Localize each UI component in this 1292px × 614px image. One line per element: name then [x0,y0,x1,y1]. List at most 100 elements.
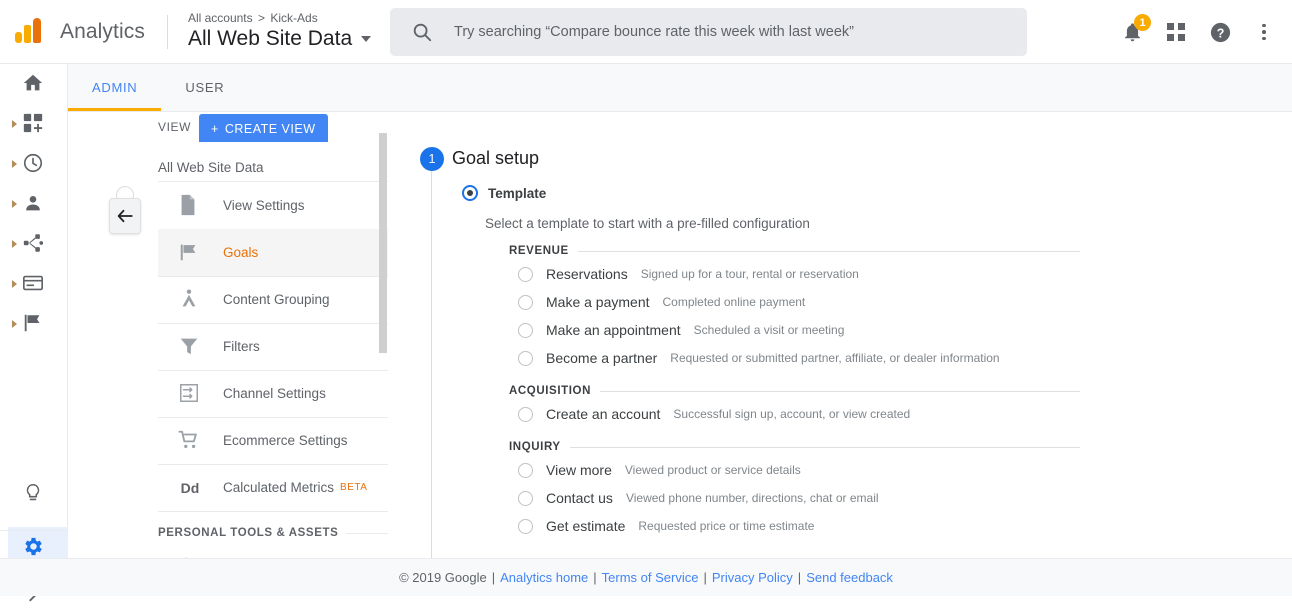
option-radio[interactable] [518,463,533,478]
account-selector[interactable]: All accounts > Kick-Ads All Web Site Dat… [188,12,371,52]
apps-grid-icon [1167,23,1185,41]
sidebar-item-home[interactable] [0,64,68,104]
dd-icon: Dd [178,480,202,496]
sidebar-item-realtime[interactable] [0,144,68,184]
option-make-an-appointment[interactable]: Make an appointment Scheduled a visit or… [518,322,844,338]
option-view-more[interactable]: View more Viewed product or service deta… [518,462,801,478]
search-icon [411,21,433,43]
collapse-panel-button[interactable] [109,198,141,234]
tab-admin[interactable]: ADMIN [68,64,161,111]
view-label: VIEW [158,120,191,134]
current-view-name: All Web Site Data [158,160,264,175]
section-rule [600,391,1080,392]
nav-item-channel-settings[interactable]: Channel Settings [158,370,388,417]
nav-item-goals[interactable]: Goals [158,229,388,276]
apps-grid-button[interactable] [1154,10,1198,54]
option-radio[interactable] [518,295,533,310]
notifications-button[interactable]: 1 [1110,10,1154,54]
option-reservations[interactable]: Reservations Signed up for a tour, renta… [518,266,859,282]
home-icon [22,72,46,96]
expand-arrow-icon [12,200,17,208]
sidebar-item-behavior[interactable] [0,264,68,304]
option-description: Viewed phone number, directions, chat or… [626,491,879,505]
nav-item-content-grouping[interactable]: Content Grouping [158,276,388,323]
gear-icon [22,535,46,559]
option-name: Get estimate [546,518,625,534]
nav-item-segments[interactable]: Segments [158,542,388,558]
nav-label: Goals [223,245,258,260]
footer-link-analytics-home[interactable]: Analytics home [500,570,588,585]
nav-scrollbar-thumb[interactable] [379,133,387,353]
nav-item-view-settings[interactable]: View Settings [158,182,388,229]
step-connector-line [431,171,432,558]
search-bar[interactable] [390,8,1027,56]
nav-item-calculated-metrics[interactable]: Dd Calculated Metrics BETA [158,464,388,511]
option-description: Completed online payment [663,295,806,309]
tab-user[interactable]: USER [161,64,248,111]
template-radio-row[interactable]: Template [462,185,546,201]
analytics-logo-icon [14,15,48,49]
option-get-estimate[interactable]: Get estimate Requested price or time est… [518,518,814,534]
footer-link-privacy-policy[interactable]: Privacy Policy [712,570,793,585]
expand-arrow-icon [12,320,17,328]
template-radio[interactable] [462,185,478,201]
nav-label: Ecommerce Settings [223,433,348,448]
option-radio[interactable] [518,323,533,338]
clock-icon [22,152,46,176]
plus-icon: + [211,122,219,136]
sidebar-item-customization[interactable] [0,104,68,144]
customization-icon [22,112,46,136]
search-input[interactable] [454,24,994,40]
section-rule [570,447,1080,448]
share-node-icon [22,232,46,256]
option-radio[interactable] [518,351,533,366]
nav-item-filters[interactable]: Filters [158,323,388,370]
sidebar-item-acquisition[interactable] [0,224,68,264]
sidebar-item-audience[interactable] [0,184,68,224]
section-header-revenue: REVENUE [509,245,1080,257]
option-make-a-payment[interactable]: Make a payment Completed online payment [518,294,805,310]
view-header: VIEW + CREATE VIEW [158,114,388,142]
create-view-button[interactable]: + CREATE VIEW [199,114,328,142]
help-icon: ? [1209,21,1232,44]
section-header-acquisition: ACQUISITION [509,385,1080,397]
view-title[interactable]: All Web Site Data [188,27,371,51]
option-radio[interactable] [518,491,533,506]
notification-badge: 1 [1134,14,1151,31]
document-icon [178,194,202,218]
footer-separator: | [703,570,706,585]
more-vertical-icon [1262,24,1266,41]
expand-arrow-icon [12,240,17,248]
content-grouping-icon [178,288,202,312]
template-description: Select a template to start with a pre-fi… [485,216,810,231]
page-title: Goal setup [452,148,539,169]
help-button[interactable]: ? [1198,10,1242,54]
sidebar-item-conversions[interactable] [0,304,68,344]
section-rule [578,251,1080,252]
nav-section-personal-tools: PERSONAL TOOLS & ASSETS [158,527,388,539]
footer-separator: | [798,570,801,585]
option-become-a-partner[interactable]: Become a partner Requested or submitted … [518,350,1000,366]
section-label: PERSONAL TOOLS & ASSETS [158,527,338,539]
expand-arrow-icon [12,160,17,168]
section-label: REVENUE [509,245,569,257]
page-footer: © 2019 Google | Analytics home | Terms o… [0,558,1292,596]
sidebar-item-discover[interactable] [0,474,68,514]
option-description: Signed up for a tour, rental or reservat… [641,267,859,281]
expand-arrow-icon [12,280,17,288]
left-nav-rail [0,64,68,596]
tab-bar: ADMIN USER [68,64,1292,112]
option-radio[interactable] [518,519,533,534]
footer-link-terms-of-service[interactable]: Terms of Service [602,570,699,585]
breadcrumb-separator: > [258,11,265,25]
option-contact-us[interactable]: Contact us Viewed phone number, directio… [518,490,879,506]
option-radio[interactable] [518,267,533,282]
footer-link-send-feedback[interactable]: Send feedback [806,570,893,585]
option-create-an-account[interactable]: Create an account Successful sign up, ac… [518,406,910,422]
more-options-button[interactable] [1242,10,1286,54]
nav-item-ecommerce-settings[interactable]: Ecommerce Settings [158,417,388,464]
section-label: INQUIRY [509,441,561,453]
option-name: Create an account [546,406,660,422]
option-radio[interactable] [518,407,533,422]
option-name: View more [546,462,612,478]
